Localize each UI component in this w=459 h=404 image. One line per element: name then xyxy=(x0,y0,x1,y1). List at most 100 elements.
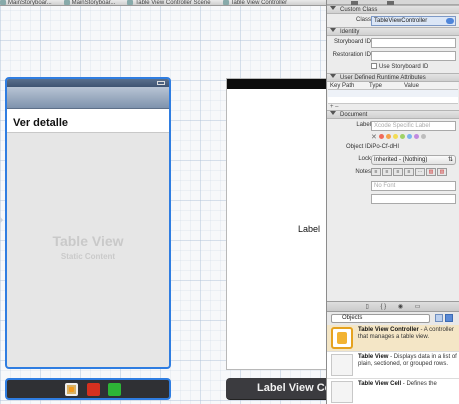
library-category-popup[interactable]: Objects xyxy=(331,314,430,323)
status-bar xyxy=(7,79,169,87)
align-right-icon[interactable]: ≡ xyxy=(393,168,403,176)
scene-title: Label View Con xyxy=(257,382,326,394)
label-color-swatches: ✕ xyxy=(371,133,428,141)
jump-bar-item[interactable]: MainStoryboar... xyxy=(0,0,52,5)
navigation-bar[interactable] xyxy=(7,87,169,109)
file-template-icon[interactable]: ▯ xyxy=(366,302,369,312)
more-icon[interactable]: ⋯ xyxy=(415,168,425,176)
class-value: TableViewController xyxy=(374,18,428,24)
jump-bar-item[interactable]: Table View Controller xyxy=(222,0,287,5)
table-view-controller-scene[interactable]: Ver detalle Table View Static Content xyxy=(5,77,171,369)
library-filter-row: Objects xyxy=(327,312,459,325)
label-color-swatch[interactable] xyxy=(420,134,426,139)
label-color-swatch[interactable] xyxy=(406,134,412,139)
library-item-table-view-controller[interactable]: Table View Controller - A controller tha… xyxy=(327,325,459,352)
jump-bar-item[interactable]: Table View Controller Scene xyxy=(127,0,211,5)
library-item-table-view[interactable]: Table View - Displays data in a list of … xyxy=(327,352,459,379)
label-color-swatch[interactable] xyxy=(392,134,398,139)
clear-color-icon[interactable]: ▧ xyxy=(437,168,447,176)
status-bar xyxy=(227,79,326,89)
object-id-label: Object ID xyxy=(345,144,371,150)
use-storyboard-id-checkbox[interactable]: Use Storyboard ID xyxy=(371,63,428,70)
segue-arrow-icon xyxy=(0,213,3,227)
object-id-value: iPo-Cf-dHI xyxy=(371,144,400,150)
checkbox-icon xyxy=(371,63,377,69)
table-view-icon xyxy=(331,354,353,376)
disclosure-triangle-icon xyxy=(330,28,336,32)
storyboard-id-row: Storyboard ID xyxy=(327,36,459,49)
table-cell[interactable]: Ver detalle xyxy=(7,109,169,133)
disclosure-triangle-icon xyxy=(330,74,336,78)
align-left-icon[interactable]: ≡ xyxy=(371,168,381,176)
doc-label-field[interactable]: Xcode Specific Label xyxy=(371,121,456,131)
lock-label: Lock xyxy=(358,156,371,162)
restoration-id-field[interactable] xyxy=(371,51,456,61)
identity-header[interactable]: Identity xyxy=(327,27,459,36)
grid-view-icon[interactable] xyxy=(435,314,443,322)
scene-dock[interactable]: Label View Con xyxy=(226,378,326,400)
label-view-controller-scene[interactable]: Label xyxy=(226,78,326,370)
table-view-controller-icon xyxy=(331,327,353,349)
label-color-swatch[interactable] xyxy=(378,134,384,139)
popup-arrows-icon: ⇅ xyxy=(447,157,453,163)
table-row xyxy=(328,90,458,97)
object-id-row: Object ID iPo-Cf-dHI xyxy=(327,142,459,153)
notes-textarea[interactable] xyxy=(371,194,456,204)
library-tabs: ▯ { } ◉ ▭ xyxy=(327,301,459,312)
lock-popup[interactable]: Inherited - (Nothing) ⇅ xyxy=(371,155,456,165)
notes-label: Notes xyxy=(355,169,371,175)
label-color-swatch[interactable] xyxy=(385,134,391,139)
font-field[interactable]: No Font xyxy=(371,181,456,191)
list-view-icon[interactable] xyxy=(445,314,453,322)
udra-table[interactable]: Key Path Type Value xyxy=(328,82,458,104)
view-controller-icon[interactable] xyxy=(65,383,78,396)
scene-icon xyxy=(127,0,134,5)
font-row: No Font xyxy=(327,179,459,192)
file-icon xyxy=(63,0,70,5)
disclosure-triangle-icon xyxy=(330,111,336,115)
jump-bar-item[interactable]: MainStoryboar... xyxy=(63,0,115,5)
doc-label-row: Label Xcode Specific Label xyxy=(327,119,459,132)
column-header[interactable]: Key Path xyxy=(330,82,354,90)
restoration-id-row: Restoration ID xyxy=(327,49,459,62)
justify-icon[interactable]: ≡ xyxy=(404,168,414,176)
custom-class-header[interactable]: Custom Class xyxy=(327,5,459,14)
notes-text-row xyxy=(327,192,459,205)
object-library-icon[interactable]: ◉ xyxy=(398,302,403,312)
media-library-icon[interactable]: ▭ xyxy=(415,302,421,312)
table-view-placeholder[interactable]: Table View Static Content xyxy=(7,135,169,367)
table-view-cell-icon xyxy=(331,381,353,403)
clear-color-icon[interactable]: ✕ xyxy=(371,134,377,141)
inspector-empty-area xyxy=(327,205,459,301)
color-icon[interactable]: ▨ xyxy=(426,168,436,176)
storyboard-id-field[interactable] xyxy=(371,38,456,48)
file-inspector-icon[interactable] xyxy=(351,1,358,5)
scene-dock xyxy=(5,378,171,400)
code-snippet-icon[interactable]: { } xyxy=(381,302,387,312)
document-header[interactable]: Document xyxy=(327,110,459,119)
identity-inspector-icon[interactable] xyxy=(386,1,394,5)
inspector-pane: Custom Class Class TableViewController I… xyxy=(326,0,459,404)
exit-icon[interactable] xyxy=(108,383,121,396)
jump-bar: MainStoryboar... MainStoryboar... Table … xyxy=(0,0,326,6)
storyboard-canvas[interactable]: MainStoryboar... MainStoryboar... Table … xyxy=(0,0,326,404)
udra-table-header: Key Path Type Value xyxy=(328,82,458,90)
align-center-icon[interactable]: ≡ xyxy=(382,168,392,176)
class-label: Class xyxy=(355,17,371,23)
class-combo-box[interactable]: TableViewController xyxy=(371,16,456,26)
combo-arrow-icon[interactable] xyxy=(446,18,454,24)
column-header[interactable]: Value xyxy=(404,82,419,90)
first-responder-icon[interactable] xyxy=(87,383,100,396)
restoration-id-label: Restoration ID xyxy=(332,52,371,58)
disclosure-triangle-icon xyxy=(330,6,336,10)
notes-row: Notes ≡ ≡ ≡ ≡ ⋯ ▨ ▧ xyxy=(327,166,459,179)
controller-icon xyxy=(222,0,229,5)
label-element[interactable]: Label xyxy=(298,224,320,234)
label-color-swatch[interactable] xyxy=(399,134,405,139)
udra-header[interactable]: User Defined Runtime Attributes xyxy=(327,73,459,82)
battery-icon xyxy=(157,81,165,85)
placeholder-subtitle: Static Content xyxy=(60,252,116,261)
library-item-table-view-cell[interactable]: Table View Cell - Defines the xyxy=(327,379,459,404)
column-header[interactable]: Type xyxy=(369,82,382,90)
label-color-swatch[interactable] xyxy=(413,134,419,139)
